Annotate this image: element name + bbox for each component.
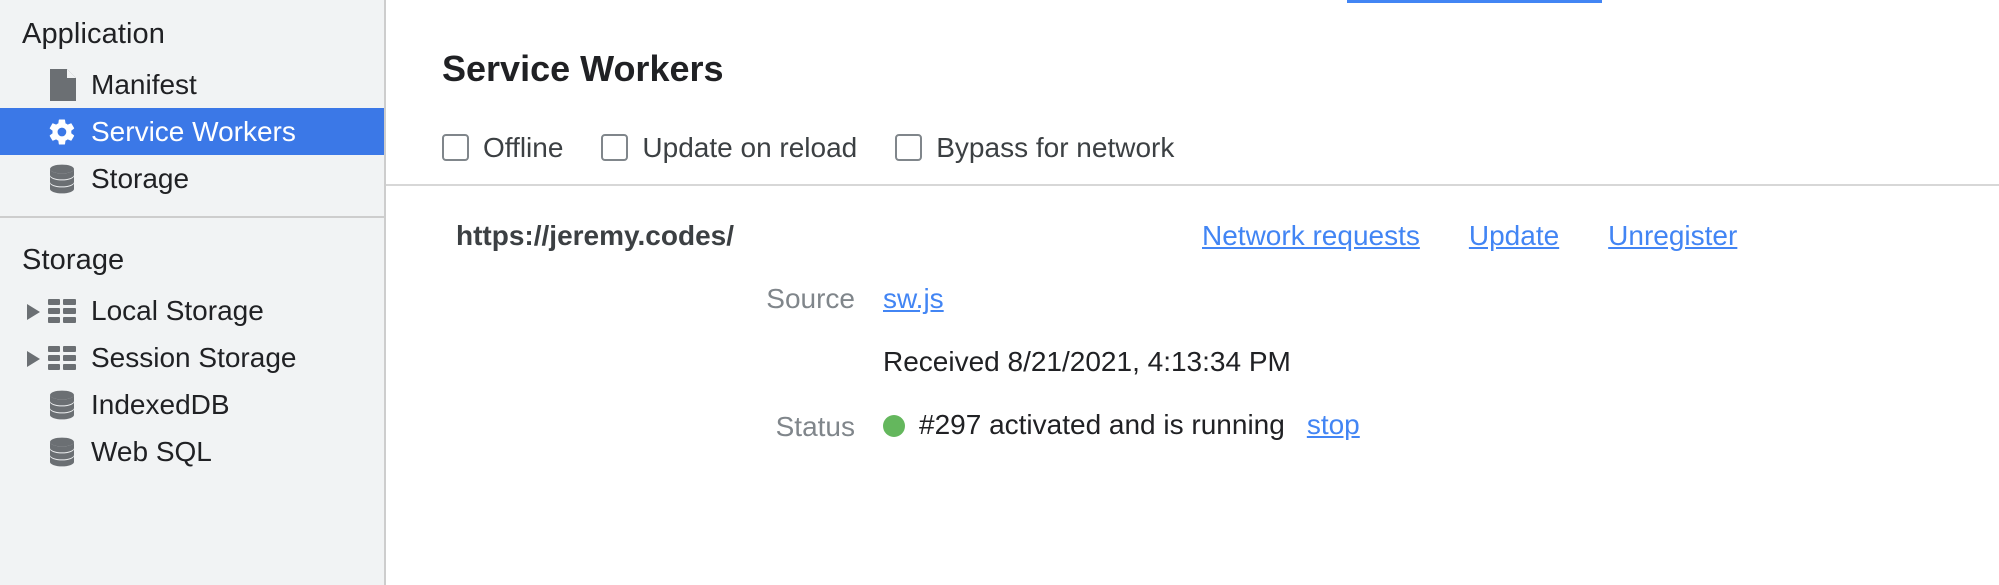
sidebar-item-label: Service Workers <box>91 115 296 147</box>
stop-link[interactable]: stop <box>1307 409 1360 441</box>
status-indicator-dot <box>883 414 905 437</box>
checkbox-label: Update on reload <box>642 131 858 163</box>
field-row-received: Received 8/21/2021, 4:13:34 PM <box>386 346 1999 378</box>
field-value-source: sw.js <box>883 283 944 315</box>
status-badge: #297 activated and is running <box>919 408 1285 440</box>
application-sidebar: Application Manifest Service Workers Sto… <box>0 0 386 585</box>
field-value-status: #297 activated and is running stop <box>883 409 1360 441</box>
service-worker-toolbar: Offline Update on reload Bypass for netw… <box>386 114 1999 164</box>
checkbox-label: Bypass for network <box>936 131 1175 163</box>
checkbox-label: Offline <box>483 131 564 163</box>
checkbox-box[interactable] <box>895 134 923 162</box>
database-icon <box>46 437 78 467</box>
sidebar-item-session-storage[interactable]: Session Storage <box>0 335 384 382</box>
service-worker-registration: https://jeremy.codes/ Network requests U… <box>386 186 1999 443</box>
gear-icon <box>46 117 78 147</box>
devtools-application-panel: Application Manifest Service Workers Sto… <box>0 0 1999 585</box>
sidebar-item-web-sql[interactable]: Web SQL <box>0 429 384 476</box>
service-workers-panel: Service Workers Offline Update on reload… <box>386 0 1999 585</box>
chevron-right-icon[interactable] <box>22 351 46 368</box>
sidebar-item-label: Storage <box>91 162 190 194</box>
document-icon <box>46 68 78 101</box>
registration-header-row: https://jeremy.codes/ Network requests U… <box>386 220 1999 252</box>
checkbox-offline[interactable]: Offline <box>442 132 563 164</box>
registration-scope-url: https://jeremy.codes/ <box>456 219 735 251</box>
sidebar-item-label: IndexedDB <box>91 389 230 421</box>
sidebar-section-title-storage: Storage <box>22 244 125 277</box>
sidebar-item-label: Session Storage <box>91 342 297 374</box>
field-row-status: Status #297 activated and is running sto… <box>386 409 1999 443</box>
field-label-source: Source <box>766 282 855 314</box>
sidebar-item-indexeddb[interactable]: IndexedDB <box>0 382 384 429</box>
network-requests-link[interactable]: Network requests <box>1202 220 1420 252</box>
field-label-status: Status <box>775 410 855 442</box>
source-file-link[interactable]: sw.js <box>883 283 944 315</box>
chevron-right-icon[interactable] <box>22 304 46 321</box>
sidebar-item-label: Local Storage <box>91 295 264 327</box>
table-icon <box>46 346 78 371</box>
sidebar-item-local-storage[interactable]: Local Storage <box>0 288 384 335</box>
sidebar-item-storage[interactable]: Storage <box>0 155 384 202</box>
database-icon <box>46 164 78 194</box>
checkbox-bypass-for-network[interactable]: Bypass for network <box>895 132 1174 164</box>
page-title: Service Workers <box>442 48 724 90</box>
sidebar-section-storage: Storage Local Storage Session Storage In… <box>0 218 384 475</box>
checkbox-box[interactable] <box>442 134 469 162</box>
field-row-source: Source sw.js <box>386 283 1999 315</box>
checkbox-box[interactable] <box>601 134 629 162</box>
checkbox-update-on-reload[interactable]: Update on reload <box>601 132 857 164</box>
unregister-link[interactable]: Unregister <box>1608 220 1737 252</box>
sidebar-item-service-workers[interactable]: Service Workers <box>0 108 384 156</box>
sidebar-section-title-application: Application <box>22 18 165 50</box>
sidebar-item-label: Manifest <box>91 68 197 100</box>
database-icon <box>46 390 78 420</box>
table-icon <box>46 299 78 324</box>
sidebar-item-label: Web SQL <box>91 436 212 468</box>
registration-actions: Network requests Update Unregister <box>1202 220 1737 252</box>
sidebar-item-manifest[interactable]: Manifest <box>0 61 384 108</box>
clipped-link-underline <box>1347 0 1602 3</box>
sidebar-section-application: Application Manifest Service Workers Sto… <box>0 0 384 202</box>
update-link[interactable]: Update <box>1469 220 1559 252</box>
field-value-received: Received 8/21/2021, 4:13:34 PM <box>883 345 1291 377</box>
